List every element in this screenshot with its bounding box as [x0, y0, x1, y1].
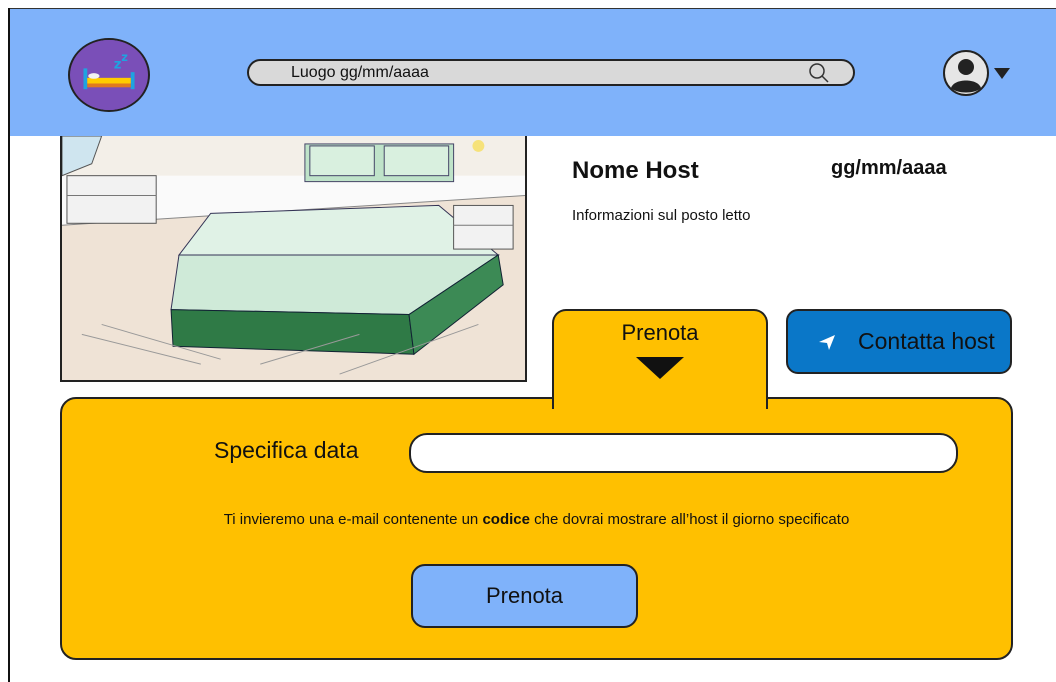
search-icon[interactable] — [807, 61, 831, 85]
bed-sleep-logo-icon[interactable]: z z — [68, 38, 150, 112]
notice-code: codice — [482, 511, 530, 528]
caret-down-icon[interactable] — [992, 65, 1012, 81]
svg-text:z: z — [121, 50, 128, 64]
prenota-button-label: Prenota — [485, 583, 564, 608]
tab-prenota-label: Prenota — [621, 320, 699, 345]
room-photo — [60, 136, 527, 382]
date-label: Specifica data — [214, 437, 359, 463]
contact-host-label: Contatta host — [858, 328, 995, 354]
notice-text-end: che dovrai mostrare all’host il giorno s… — [529, 511, 850, 528]
host-name: Nome Host — [572, 157, 699, 184]
send-icon — [819, 334, 835, 350]
notice-text-start: Ti invieremo una e-mail contenente un — [223, 511, 483, 528]
user-avatar-icon[interactable] — [942, 49, 990, 97]
search-input[interactable]: Luogo gg/mm/aaaa — [249, 64, 807, 82]
caret-down-icon — [636, 357, 684, 379]
prenota-button[interactable]: Prenota — [411, 564, 638, 628]
booking-notice: Ti invieremo una e-mail contenente un co… — [60, 511, 1013, 528]
tab-prenota[interactable]: Prenota — [552, 309, 768, 409]
listing-info: Informazioni sul posto letto — [572, 207, 751, 224]
search-bar[interactable]: Luogo gg/mm/aaaa — [247, 59, 855, 86]
contact-host-button[interactable]: Contatta host — [786, 309, 1012, 374]
listing-date: gg/mm/aaaa — [831, 157, 947, 179]
date-field[interactable] — [409, 433, 958, 473]
user-menu[interactable] — [942, 48, 1014, 98]
